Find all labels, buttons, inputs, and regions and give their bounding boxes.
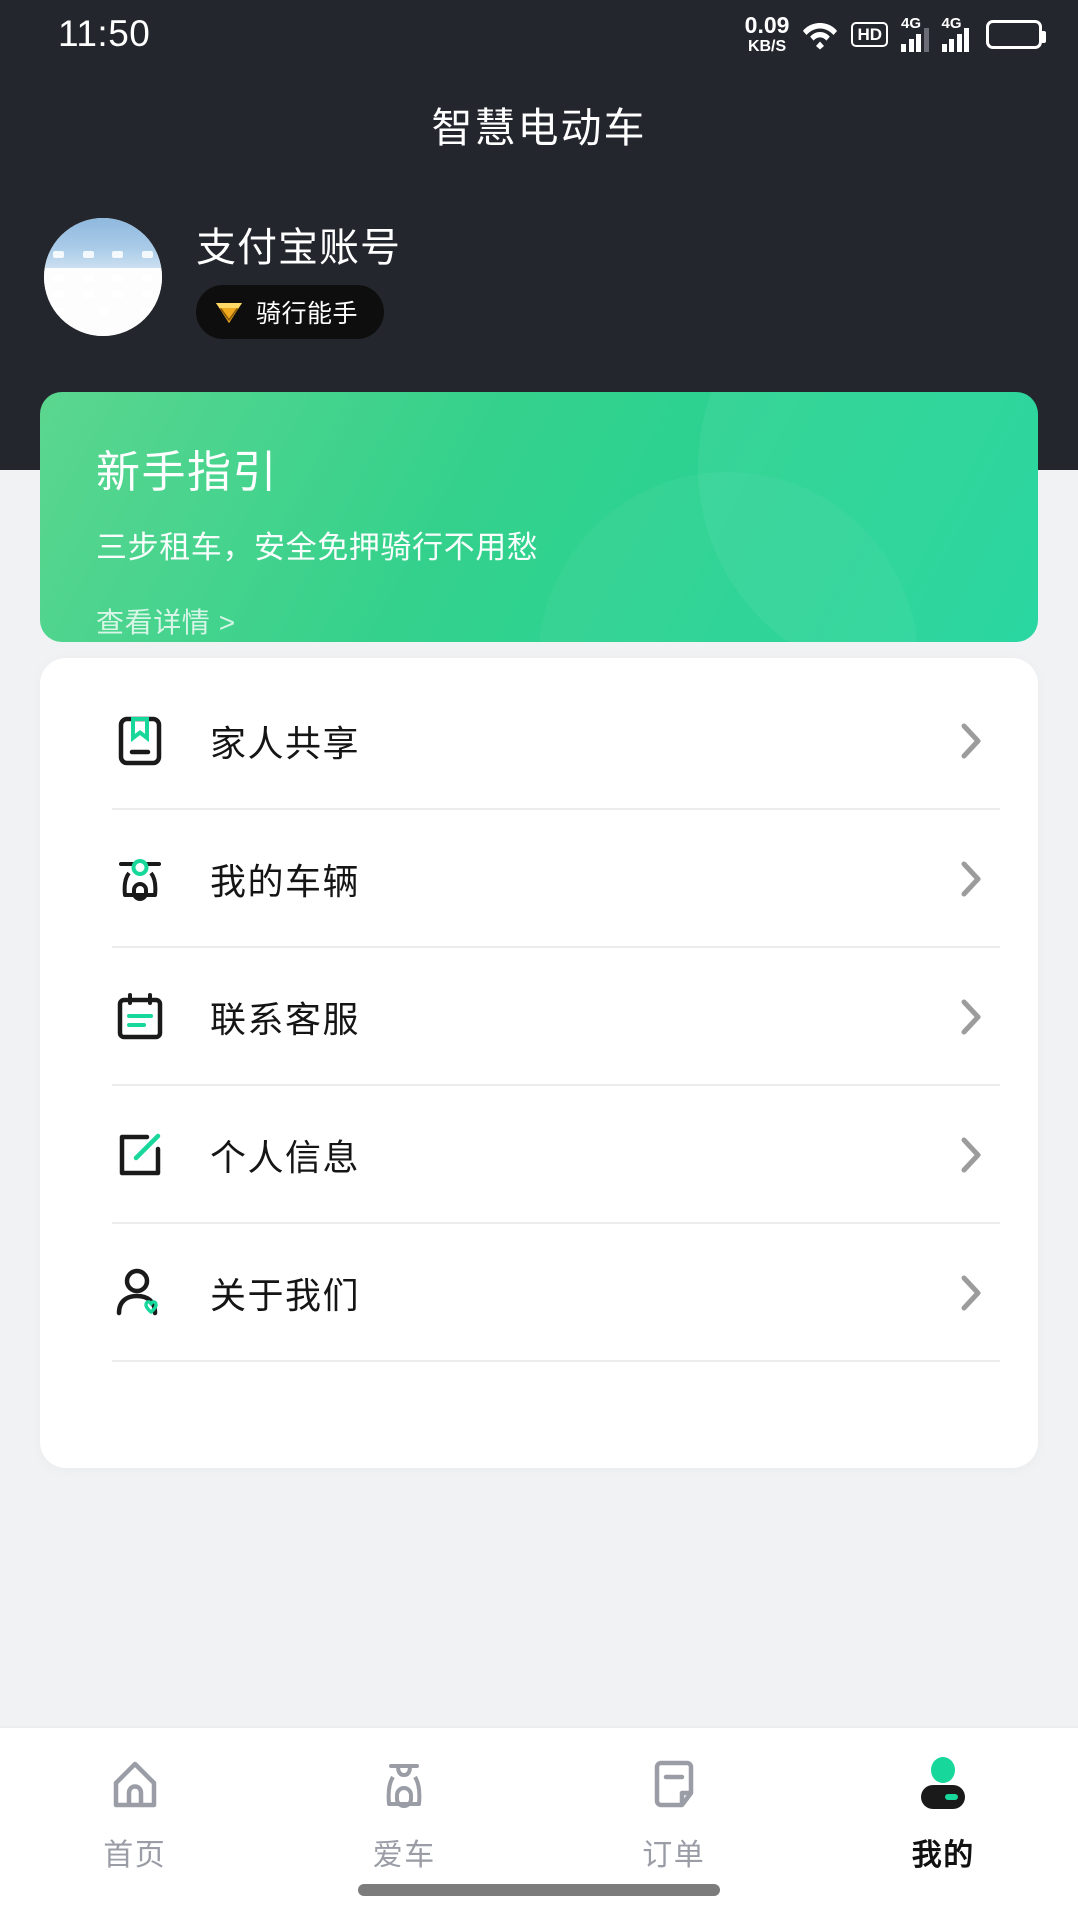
menu-item-contact-support[interactable]: 联系客服 (40, 948, 1038, 1086)
username: 支付宝账号 (196, 215, 401, 273)
chevron-right-icon (960, 860, 982, 898)
status-badge[interactable]: 骑行能手 (196, 285, 384, 339)
network-speed-value: 0.09 (745, 14, 790, 37)
signal-1-icon: 4G (901, 16, 929, 52)
status-icons: 0.09 KB/S HD 4G 4G (745, 14, 1042, 55)
network-speed-indicator: 0.09 KB/S (745, 14, 790, 55)
nav-tab-label: 订单 (642, 1830, 705, 1874)
signal-2-icon: 4G (942, 16, 970, 52)
status-time: 11:50 (58, 13, 150, 55)
hd-label: HD (857, 26, 882, 43)
divider (112, 1360, 1000, 1362)
bookmark-card-icon (112, 713, 168, 769)
chevron-right-icon (960, 1136, 982, 1174)
nav-tab-home[interactable]: 首页 (0, 1728, 270, 1918)
network-speed-unit: KB/S (748, 39, 786, 55)
menu-item-about-us[interactable]: 关于我们 (40, 1224, 1038, 1362)
status-bar: 11:50 0.09 KB/S HD 4G 4G (0, 0, 1078, 68)
avatar[interactable] (44, 218, 162, 336)
menu-item-family-share[interactable]: 家人共享 (40, 672, 1038, 810)
signal-2-label: 4G (942, 16, 962, 31)
profile-section[interactable]: 支付宝账号 骑行能手 (44, 215, 401, 339)
home-icon (104, 1754, 166, 1816)
bottom-navigation: 首页 爱车 订单 (0, 1726, 1078, 1918)
gem-icon (214, 300, 244, 325)
scooter-icon (112, 851, 168, 907)
scooter-icon (373, 1754, 435, 1816)
edit-square-icon (112, 1127, 168, 1183)
menu-item-label: 我的车辆 (210, 853, 960, 905)
battery-icon (986, 20, 1042, 49)
order-note-icon (643, 1754, 705, 1816)
chevron-right-icon (960, 998, 982, 1036)
menu-item-label: 关于我们 (210, 1267, 960, 1319)
guide-title: 新手指引 (96, 436, 1038, 500)
wifi-icon (802, 18, 838, 50)
menu-item-personal-info[interactable]: 个人信息 (40, 1086, 1038, 1224)
profile-icon (912, 1754, 974, 1816)
chevron-right-icon (960, 722, 982, 760)
nav-tab-label: 我的 (912, 1830, 975, 1874)
menu-card: 家人共享 我的车辆 (40, 658, 1038, 1468)
hd-volte-icon: HD (851, 22, 888, 47)
badge-label: 骑行能手 (256, 294, 358, 330)
home-indicator[interactable] (358, 1884, 720, 1896)
menu-item-label: 联系客服 (210, 991, 960, 1043)
signal-1-label: 4G (901, 16, 921, 31)
nav-tab-label: 爱车 (373, 1830, 436, 1874)
page-title: 智慧电动车 (0, 94, 1078, 154)
clipboard-icon (112, 989, 168, 1045)
guide-subtitle: 三步租车，安全免押骑行不用愁 (96, 522, 1038, 567)
chevron-right-icon (960, 1274, 982, 1312)
menu-item-my-vehicle[interactable]: 我的车辆 (40, 810, 1038, 948)
person-heart-icon (112, 1265, 168, 1321)
menu-item-label: 个人信息 (210, 1129, 960, 1181)
guide-detail-link[interactable]: 查看详情 > (96, 601, 236, 641)
nav-tab-label: 首页 (103, 1830, 166, 1874)
nav-tab-profile[interactable]: 我的 (809, 1728, 1078, 1918)
beginner-guide-card[interactable]: 新手指引 三步租车，安全免押骑行不用愁 查看详情 > (40, 392, 1038, 642)
menu-item-label: 家人共享 (210, 715, 960, 767)
